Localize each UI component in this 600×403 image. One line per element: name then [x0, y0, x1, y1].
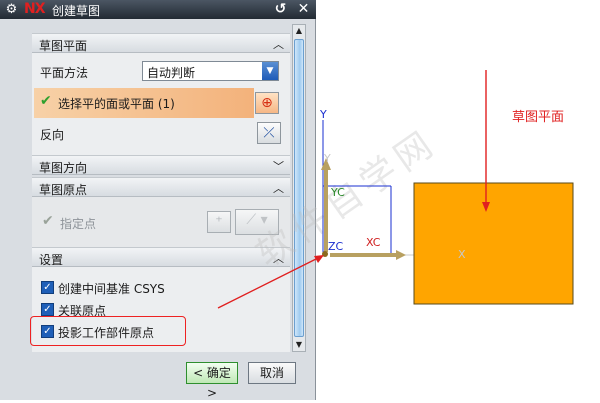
- x-ghost-label: X: [458, 248, 466, 261]
- yc-axis-label: YC: [331, 186, 345, 199]
- xc-axis-label: XC: [366, 236, 381, 249]
- xc-axis-arrowhead: [396, 250, 406, 260]
- sketch-plane-face: [413, 182, 574, 305]
- y-axis-label: Y: [320, 108, 327, 121]
- graphics-scene: [217, 70, 574, 309]
- sketch-plane-annotation: 草图平面: [512, 110, 565, 125]
- y-ghost-label: Y: [324, 152, 331, 165]
- annotation-arrow-origin: [217, 257, 319, 309]
- zc-axis-label: ZC: [328, 240, 344, 253]
